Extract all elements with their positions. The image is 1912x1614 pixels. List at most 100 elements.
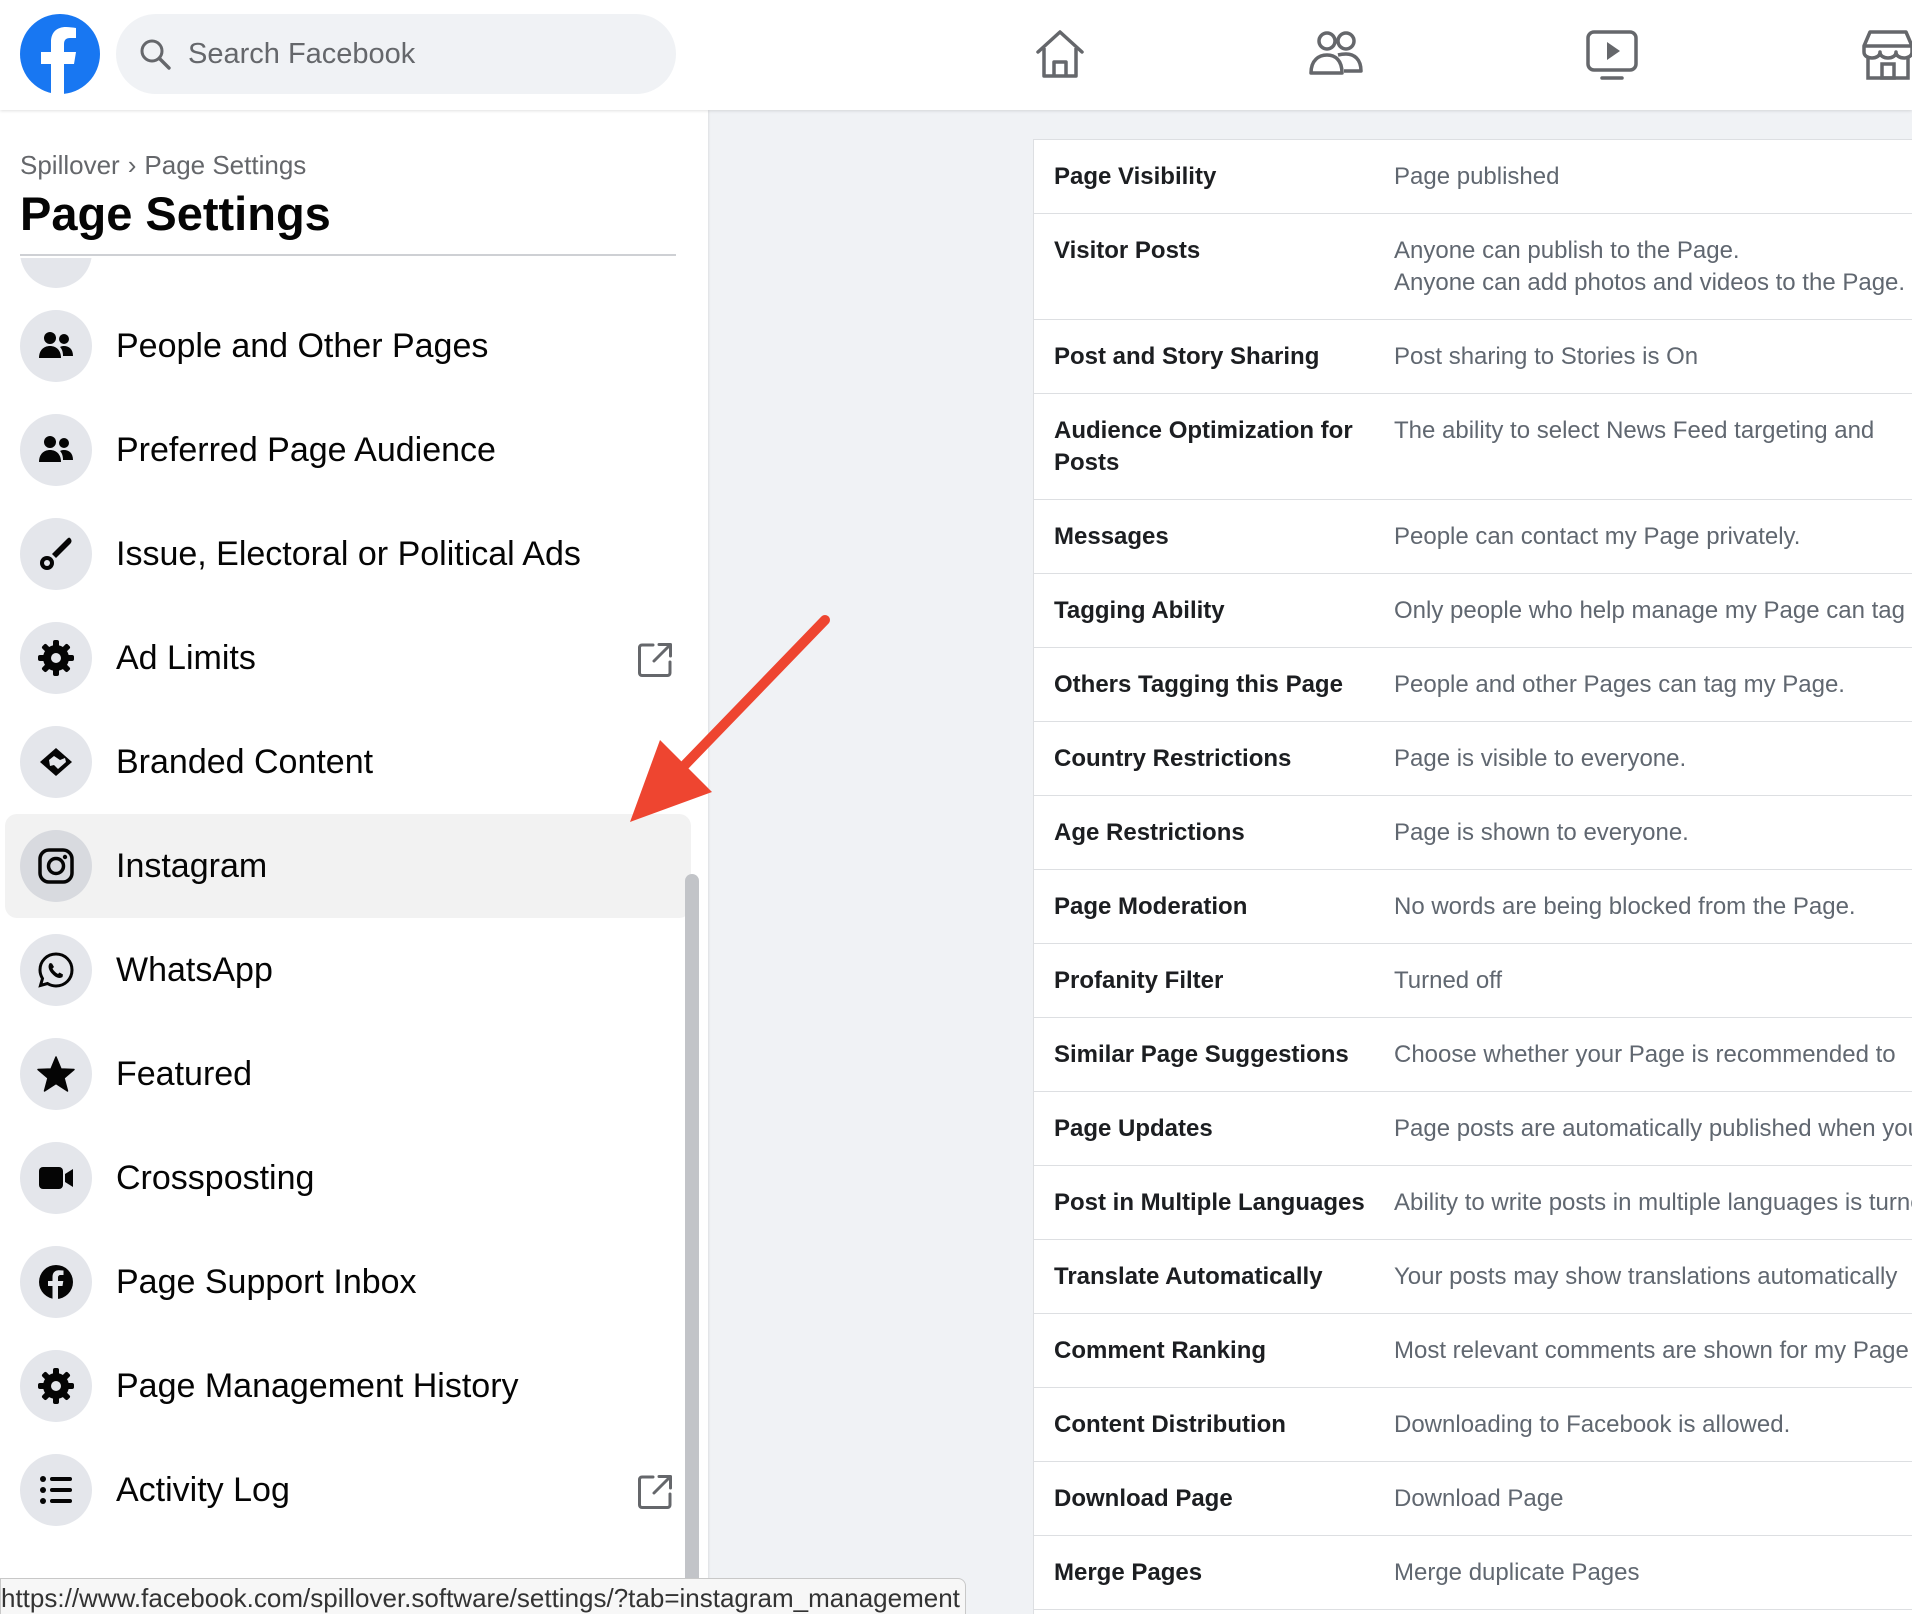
breadcrumb-parent-link[interactable]: Spillover bbox=[20, 150, 120, 180]
facebook-logo-icon[interactable] bbox=[20, 14, 100, 94]
setting-row-visitor-posts[interactable]: Visitor Posts Anyone can publish to the … bbox=[1034, 214, 1912, 320]
setting-value: Anyone can add photos and videos to the … bbox=[1394, 269, 1906, 296]
sidebar-item-ad-limits[interactable]: Ad Limits bbox=[5, 606, 691, 710]
setting-value: Page is shown to everyone. bbox=[1394, 819, 1689, 846]
setting-key: Page Moderation bbox=[1054, 893, 1248, 920]
setting-key: Tagging Ability bbox=[1054, 597, 1225, 624]
setting-row-messages[interactable]: Messages People can contact my Page priv… bbox=[1034, 500, 1912, 574]
setting-value: Ability to write posts in multiple langu… bbox=[1394, 1189, 1912, 1216]
people-icon bbox=[39, 332, 73, 358]
setting-value: Merge duplicate Pages bbox=[1394, 1559, 1640, 1586]
sidebar-item-whatsapp[interactable]: WhatsApp bbox=[5, 918, 691, 1022]
setting-key: Page Updates bbox=[1054, 1115, 1213, 1142]
sidebar-item-branded-content[interactable]: Branded Content bbox=[5, 710, 691, 814]
setting-key: Messages bbox=[1054, 523, 1169, 550]
sidebar-item-people-and-other-pages[interactable]: People and Other Pages bbox=[5, 294, 691, 398]
search-bar[interactable] bbox=[116, 14, 676, 94]
setting-key: Comment Ranking bbox=[1054, 1337, 1267, 1364]
setting-row-download-page[interactable]: Download Page Download Page bbox=[1034, 1462, 1912, 1536]
home-icon[interactable] bbox=[1030, 24, 1090, 84]
setting-row-page-visibility[interactable]: Page Visibility Page published bbox=[1034, 140, 1912, 214]
handshake-icon bbox=[40, 748, 72, 776]
sidebar-item-activity-log[interactable]: Activity Log bbox=[5, 1438, 691, 1542]
setting-key: Merge Pages bbox=[1054, 1559, 1203, 1586]
setting-row-content-distribution[interactable]: Content Distribution Downloading to Face… bbox=[1034, 1388, 1912, 1462]
sidebar-item-page-management-history[interactable]: Page Management History bbox=[5, 1334, 691, 1438]
setting-key: Translate Automatically bbox=[1054, 1263, 1323, 1290]
video-camera-icon bbox=[39, 1167, 73, 1189]
settings-panel: Page Visibility Page published Visitor P… bbox=[1033, 139, 1912, 1614]
page-title: Page Settings bbox=[20, 187, 331, 240]
setting-key: Page Visibility bbox=[1054, 163, 1217, 190]
setting-row-similar-page-suggestions[interactable]: Similar Page Suggestions Choose whether … bbox=[1034, 1018, 1912, 1092]
setting-key: Visitor Posts bbox=[1054, 237, 1201, 264]
setting-value: People can contact my Page privately. bbox=[1394, 523, 1801, 550]
search-icon bbox=[140, 39, 171, 70]
top-navigation-bar bbox=[0, 0, 1912, 110]
breadcrumb-current: Page Settings bbox=[144, 150, 307, 180]
brush-icon bbox=[40, 537, 72, 570]
sidebar-item-label: Issue, Electoral or Political Ads bbox=[116, 535, 581, 573]
setting-row-profanity-filter[interactable]: Profanity Filter Turned off bbox=[1034, 944, 1912, 1018]
sidebar-item-label: Featured bbox=[116, 1055, 253, 1093]
setting-key: Age Restrictions bbox=[1054, 819, 1245, 846]
setting-key: Post and Story Sharing bbox=[1054, 343, 1320, 370]
sidebar-item-label: Ad Limits bbox=[116, 639, 256, 677]
sidebar-item-label: Instagram bbox=[116, 847, 268, 885]
search-input[interactable] bbox=[188, 37, 628, 71]
sidebar-item-featured[interactable]: Featured bbox=[5, 1022, 691, 1126]
marketplace-icon[interactable] bbox=[1858, 24, 1912, 84]
title-divider bbox=[20, 254, 676, 256]
setting-value: Choose whether your Page is recommended … bbox=[1394, 1041, 1896, 1068]
sidebar-item-crossposting[interactable]: Crossposting bbox=[5, 1126, 691, 1230]
external-link-icon[interactable] bbox=[635, 1472, 675, 1512]
sidebar-item-label: Page Management History bbox=[116, 1367, 519, 1405]
setting-key: Download Page bbox=[1054, 1485, 1233, 1512]
sidebar-item-label: Crossposting bbox=[116, 1159, 315, 1197]
sidebar-item-label: Branded Content bbox=[116, 743, 374, 781]
setting-row-others-tagging[interactable]: Others Tagging this Page People and othe… bbox=[1034, 648, 1912, 722]
breadcrumb-separator: › bbox=[127, 150, 137, 180]
setting-value: Your posts may show translations automat… bbox=[1394, 1263, 1898, 1290]
watch-icon[interactable] bbox=[1582, 24, 1642, 84]
setting-row-audience-optimization[interactable]: Audience Optimization for Posts The abil… bbox=[1034, 394, 1912, 500]
whatsapp-icon bbox=[38, 952, 74, 988]
setting-value: Page published bbox=[1394, 163, 1560, 190]
setting-value: Anyone can publish to the Page. bbox=[1394, 237, 1740, 264]
setting-row-translate-automatically[interactable]: Translate Automatically Your posts may s… bbox=[1034, 1240, 1912, 1314]
setting-value: Page posts are automatically published w… bbox=[1394, 1115, 1912, 1142]
setting-row-age-restrictions[interactable]: Age Restrictions Page is shown to everyo… bbox=[1034, 796, 1912, 870]
setting-value: People and other Pages can tag my Page. bbox=[1394, 671, 1845, 698]
friends-icon[interactable] bbox=[1306, 24, 1366, 84]
setting-key: Post in Multiple Languages bbox=[1054, 1189, 1365, 1216]
setting-row-page-moderation[interactable]: Page Moderation No words are being block… bbox=[1034, 870, 1912, 944]
sidebar-item-page-support-inbox[interactable]: Page Support Inbox bbox=[5, 1230, 691, 1334]
setting-row-post-in-multiple-languages[interactable]: Post in Multiple Languages Ability to wr… bbox=[1034, 1166, 1912, 1240]
list-icon bbox=[40, 1476, 72, 1504]
sidebar-item-preferred-page-audience[interactable]: Preferred Page Audience bbox=[5, 398, 691, 502]
sidebar-item-label: WhatsApp bbox=[116, 951, 273, 989]
setting-row-merge-pages[interactable]: Merge Pages Merge duplicate Pages bbox=[1034, 1536, 1912, 1610]
setting-row-comment-ranking[interactable]: Comment Ranking Most relevant comments a… bbox=[1034, 1314, 1912, 1388]
setting-row-country-restrictions[interactable]: Country Restrictions Page is visible to … bbox=[1034, 722, 1912, 796]
setting-key: Content Distribution bbox=[1054, 1411, 1286, 1438]
setting-key: Posts bbox=[1054, 449, 1120, 476]
setting-row-page-updates[interactable]: Page Updates Page posts are automaticall… bbox=[1034, 1092, 1912, 1166]
settings-sidebar: Spillover › Page Settings Page Settings Pe… bbox=[0, 110, 708, 1614]
setting-key: Others Tagging this Page bbox=[1054, 671, 1343, 698]
sidebar-item-label: Preferred Page Audience bbox=[116, 431, 496, 469]
breadcrumb: Spillover › Page Settings bbox=[20, 150, 306, 181]
sidebar-item-label: Activity Log bbox=[116, 1471, 290, 1509]
facebook-circle-icon bbox=[39, 1265, 73, 1299]
setting-key: Country Restrictions bbox=[1054, 745, 1292, 772]
setting-row-post-and-story-sharing[interactable]: Post and Story Sharing Post sharing to S… bbox=[1034, 320, 1912, 394]
setting-value: Turned off bbox=[1394, 967, 1503, 994]
sidebar-item-instagram[interactable]: Instagram bbox=[5, 814, 691, 918]
sidebar-item-political-ads[interactable]: Issue, Electoral or Political Ads bbox=[5, 502, 691, 606]
gear-icon bbox=[38, 640, 74, 676]
setting-value: The ability to select News Feed targetin… bbox=[1394, 417, 1875, 444]
sidebar-scrollbar[interactable] bbox=[685, 874, 699, 1614]
setting-row-tagging-ability[interactable]: Tagging Ability Only people who help man… bbox=[1034, 574, 1912, 648]
sidebar-item-label: People and Other Pages bbox=[116, 327, 489, 365]
clipped-sidebar-item bbox=[20, 258, 92, 288]
